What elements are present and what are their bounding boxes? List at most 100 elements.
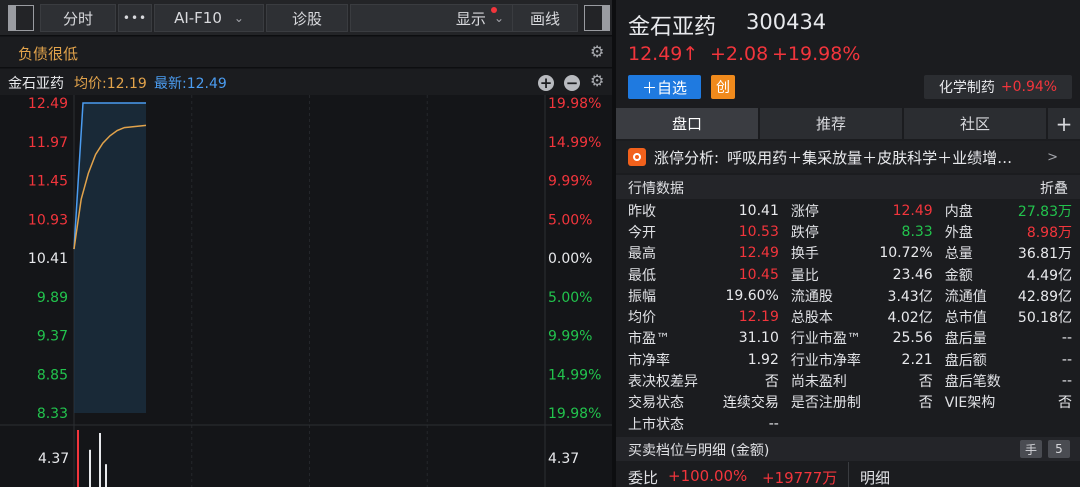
quote-row: 振幅 19.60% 流通股 3.43亿 流通值 42.89亿: [616, 285, 1080, 306]
price-change-pct: +19.98%: [772, 43, 861, 65]
add-watchlist-button[interactable]: ＋自选: [628, 75, 701, 99]
feature-tag[interactable]: 负债很低: [18, 43, 78, 64]
f10-dropdown[interactable]: AI-F10 ⌄: [154, 4, 264, 32]
stock-name: 金石亚药: [628, 15, 717, 40]
quote-value: 8.33: [901, 223, 933, 240]
quote-row: 昨收 10.41 涨停 12.49 内盘 27.83万: [616, 200, 1080, 221]
industry-name: 化学制药: [938, 80, 995, 96]
quote-value: 2.21: [901, 351, 933, 368]
quote-table: 昨收 10.41 涨停 12.49 内盘 27.83万 今开 10.53 跌停 8.33 外盘 8.9…: [616, 200, 1080, 434]
quote-row: 均价 12.19 总股本 4.02亿 总市值 50.18亿: [616, 306, 1080, 327]
pct-tick-label: 9.99%: [548, 329, 592, 345]
quote-label: 市盈™: [628, 331, 670, 348]
quote-label: 表决权差异: [628, 374, 698, 391]
industry-badge[interactable]: 化学制药 +0.94%: [924, 75, 1072, 99]
price-tick-label: 8.85: [37, 367, 68, 383]
industry-change: +0.94%: [1000, 79, 1058, 95]
right-panel-toggle-icon[interactable]: [584, 5, 610, 31]
chart-header: 金石亚药 均价:12.19 最新:12.49 + − ⚙: [0, 69, 612, 95]
unit-hand-button[interactable]: 手: [1020, 440, 1042, 458]
panel-divider: [612, 0, 616, 487]
quote-value: 否: [1058, 395, 1072, 412]
volume-tick-label: 4.37: [548, 451, 579, 467]
create-button[interactable]: 创: [711, 75, 735, 99]
quote-row: 表决权差异否尚未盈利否盘后笔数 --: [616, 370, 1080, 391]
quote-value: 4.49亿: [1026, 267, 1072, 284]
quote-label: 最低: [628, 267, 656, 284]
tab-recommend[interactable]: 推荐: [760, 108, 902, 139]
quote-label: 最高: [628, 246, 656, 263]
quote-label: 行业市盈™: [790, 331, 861, 348]
trade-detail-label[interactable]: 明细: [860, 467, 890, 487]
price-tick-label: 12.49: [28, 96, 68, 112]
quote-section-header: 行情数据 折叠: [616, 175, 1080, 199]
quote-value: --: [1061, 330, 1072, 347]
fold-button[interactable]: 折叠: [1040, 178, 1068, 198]
zoom-out-icon[interactable]: −: [564, 75, 580, 91]
price-tick-label: 9.89: [37, 290, 68, 306]
quote-label: 涨停: [790, 203, 819, 220]
quote-value: --: [1061, 373, 1072, 390]
gear-icon[interactable]: ⚙: [590, 71, 604, 90]
quote-value: 否: [764, 374, 779, 391]
add-tab-button[interactable]: +: [1048, 108, 1080, 139]
quote-value: 12.19: [738, 309, 779, 326]
quote-row: 市净率 1.92 行业市净率 2.21 盘后额 --: [616, 349, 1080, 370]
quote-label: [779, 413, 861, 434]
timeshare-chart[interactable]: 12.49 19.98% 11.97 14.99% 11.45 9.99% 10.93 5.0…: [0, 95, 612, 487]
quote-value: 连续交易: [722, 395, 779, 412]
price-tick-label: 9.37: [37, 329, 68, 345]
quote-label: 外盘: [944, 224, 973, 241]
chart-toolbar: 分时 ••• AI-F10 ⌄ 诊股 显示 ⌄ 画线: [0, 0, 612, 36]
quote-label: [933, 413, 1001, 434]
display-label: 显示: [455, 9, 486, 28]
quote-tabs: 盘口 推荐 社区 +: [616, 108, 1080, 139]
pct-tick-label: 14.99%: [548, 135, 601, 151]
pct-tick-label: 9.99%: [548, 174, 592, 190]
quote-label: 是否注册制: [790, 395, 861, 412]
diagnose-button[interactable]: 诊股: [266, 4, 348, 32]
quote-label: 上市状态: [628, 416, 684, 433]
quote-value: 12.49: [892, 202, 933, 219]
zoom-in-icon[interactable]: +: [538, 75, 554, 91]
left-panel-toggle-icon[interactable]: [8, 5, 34, 31]
quote-value: 否: [918, 374, 933, 391]
quote-label: 金额: [944, 267, 973, 284]
gear-icon[interactable]: ⚙: [590, 42, 604, 61]
limit-up-analysis[interactable]: 涨停分析: 呼吸用药＋集采放量＋皮肤科学＋业绩增… >: [616, 141, 1080, 173]
quote-label: 市净率: [628, 352, 670, 369]
quote-value: 否: [918, 395, 933, 412]
f10-label: AI-F10: [174, 9, 222, 27]
quote-label: 流通值: [944, 288, 987, 305]
quote-value: 31.10: [738, 330, 779, 347]
quote-value: 10.53: [738, 223, 779, 240]
draw-line-button[interactable]: 画线: [512, 4, 578, 32]
quote-value: [861, 413, 933, 434]
tab-community[interactable]: 社区: [904, 108, 1046, 139]
quote-row: 最高 12.49 换手 10.72% 总量 36.81万: [616, 243, 1080, 264]
tab-order-book[interactable]: 盘口: [616, 108, 758, 139]
more-button[interactable]: •••: [118, 4, 152, 32]
volume-tick-label: 4.37: [38, 451, 69, 467]
price-change: +2.08: [710, 43, 769, 65]
quote-row: 市盈™ 31.10 行业市盈™ 25.56 盘后量 --: [616, 328, 1080, 349]
quote-value: 8.98万: [1026, 224, 1072, 241]
quote-label: 尚未盈利: [790, 374, 847, 391]
pct-tick-label: 19.98%: [548, 96, 601, 112]
chevron-right-icon: >: [1047, 149, 1058, 165]
pct-tick-label: 5.00%: [548, 212, 592, 228]
quote-label: 今开: [628, 224, 656, 241]
price-tick-label: 10.93: [28, 212, 68, 228]
price-tick-label: 8.33: [37, 406, 68, 422]
quote-value: --: [768, 415, 779, 432]
quote-value: 1.92: [747, 351, 779, 368]
quote-section-title: 行情数据: [628, 181, 684, 197]
tab-timeshare[interactable]: 分时: [40, 4, 116, 32]
last-price: 12.49↑: [628, 43, 699, 65]
quote-label: 流通股: [790, 288, 833, 305]
level-count-button[interactable]: 5: [1048, 440, 1070, 458]
quote-value: [1001, 413, 1080, 434]
display-dropdown[interactable]: 显示 ⌄: [350, 4, 512, 32]
quote-row: 上市状态 --: [616, 413, 1080, 434]
quote-label: 跌停: [790, 224, 819, 241]
